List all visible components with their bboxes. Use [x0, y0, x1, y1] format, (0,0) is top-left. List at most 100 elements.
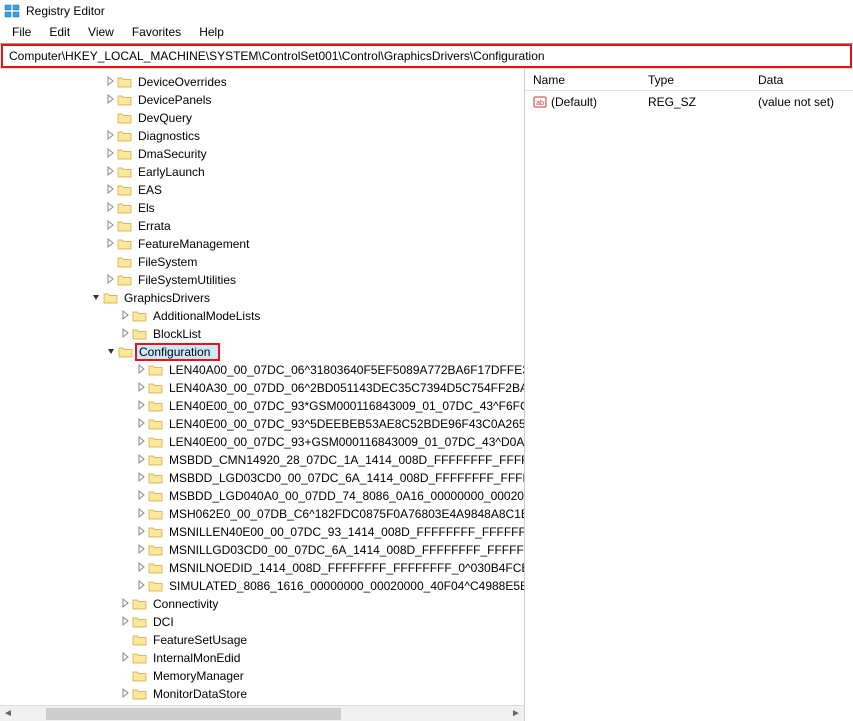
- expander-closed-icon[interactable]: [134, 508, 148, 521]
- tree-item[interactable]: MSBDD_LGD03CD0_00_07DC_6A_1414_008D_FFFF…: [0, 469, 524, 487]
- values-list[interactable]: ab(Default)REG_SZ(value not set): [525, 91, 853, 721]
- horizontal-scrollbar[interactable]: ◄ ►: [0, 705, 524, 721]
- tree-item[interactable]: MSBDD_LGD040A0_00_07DD_74_8086_0A16_0000…: [0, 487, 524, 505]
- tree-item-label: BlockList: [151, 327, 203, 341]
- expander-closed-icon[interactable]: [118, 328, 132, 341]
- tree-item-label: FeatureManagement: [136, 237, 251, 251]
- tree-item[interactable]: Errata: [0, 217, 524, 235]
- expander-closed-icon[interactable]: [134, 526, 148, 539]
- expander-open-icon[interactable]: [89, 292, 103, 305]
- tree-item[interactable]: LEN40E00_00_07DC_93*GSM000116843009_01_0…: [0, 397, 524, 415]
- tree-item[interactable]: SIMULATED_8086_1616_00000000_00020000_40…: [0, 577, 524, 595]
- scroll-left-button[interactable]: ◄: [0, 706, 16, 721]
- folder-icon: [148, 507, 164, 521]
- tree-item[interactable]: Diagnostics: [0, 127, 524, 145]
- tree-item[interactable]: MSBDD_CMN14920_28_07DC_1A_1414_008D_FFFF…: [0, 451, 524, 469]
- tree-item[interactable]: DevicePanels: [0, 91, 524, 109]
- tree-item[interactable]: Connectivity: [0, 595, 524, 613]
- tree-item-label: Els: [136, 201, 157, 215]
- tree-item[interactable]: MSNILLGD03CD0_00_07DC_6A_1414_008D_FFFFF…: [0, 541, 524, 559]
- tree-item[interactable]: GraphicsDrivers: [0, 289, 524, 307]
- tree-item[interactable]: MSNILLEN40E00_00_07DC_93_1414_008D_FFFFF…: [0, 523, 524, 541]
- expander-closed-icon[interactable]: [118, 652, 132, 665]
- tree-item[interactable]: MSH062E0_00_07DB_C6^182FDC0875F0A76803E4…: [0, 505, 524, 523]
- tree-item[interactable]: DevQuery: [0, 109, 524, 127]
- tree-item-label: Connectivity: [151, 597, 220, 611]
- expander-closed-icon[interactable]: [134, 382, 148, 395]
- tree-item[interactable]: FileSystem: [0, 253, 524, 271]
- expander-closed-icon[interactable]: [118, 616, 132, 629]
- column-type[interactable]: Type: [640, 70, 750, 90]
- folder-icon: [148, 489, 164, 503]
- expander-closed-icon[interactable]: [103, 274, 117, 287]
- tree-item[interactable]: LEN40A30_00_07DD_06^2BD051143DEC35C7394D…: [0, 379, 524, 397]
- folder-icon: [132, 597, 148, 611]
- expander-closed-icon[interactable]: [134, 400, 148, 413]
- tree-item[interactable]: DCI: [0, 613, 524, 631]
- tree-item[interactable]: FeatureSetUsage: [0, 631, 524, 649]
- tree-item-label: MonitorDataStore: [151, 687, 249, 701]
- expander-closed-icon[interactable]: [134, 436, 148, 449]
- tree-item[interactable]: DmaSecurity: [0, 145, 524, 163]
- tree-item[interactable]: LEN40E00_00_07DC_93+GSM000116843009_01_0…: [0, 433, 524, 451]
- address-text: Computer\HKEY_LOCAL_MACHINE\SYSTEM\Contr…: [9, 49, 545, 63]
- tree-item[interactable]: EarlyLaunch: [0, 163, 524, 181]
- scroll-thumb[interactable]: [46, 708, 341, 720]
- scroll-track[interactable]: [16, 706, 508, 721]
- expander-closed-icon[interactable]: [134, 472, 148, 485]
- tree-view[interactable]: DeviceOverridesDevicePanelsDevQueryDiagn…: [0, 69, 524, 705]
- tree-item[interactable]: MSNILNOEDID_1414_008D_FFFFFFFF_FFFFFFFF_…: [0, 559, 524, 577]
- tree-item[interactable]: LEN40A00_00_07DC_06^31803640F5EF5089A772…: [0, 361, 524, 379]
- column-name[interactable]: Name: [525, 70, 640, 90]
- tree-item[interactable]: LEN40E00_00_07DC_93^5DEEBEB53AE8C52BDE96…: [0, 415, 524, 433]
- tree-item[interactable]: Els: [0, 199, 524, 217]
- folder-icon: [148, 579, 164, 593]
- expander-closed-icon[interactable]: [118, 310, 132, 323]
- menu-file[interactable]: File: [4, 23, 39, 41]
- expander-closed-icon[interactable]: [118, 688, 132, 701]
- scroll-right-button[interactable]: ►: [508, 706, 524, 721]
- expander-closed-icon[interactable]: [103, 220, 117, 233]
- values-pane: Name Type Data ab(Default)REG_SZ(value n…: [525, 69, 853, 721]
- expander-closed-icon[interactable]: [118, 598, 132, 611]
- tree-item[interactable]: AdditionalModeLists: [0, 307, 524, 325]
- expander-closed-icon[interactable]: [103, 148, 117, 161]
- tree-item[interactable]: FileSystemUtilities: [0, 271, 524, 289]
- expander-closed-icon[interactable]: [103, 94, 117, 107]
- expander-closed-icon[interactable]: [134, 544, 148, 557]
- expander-closed-icon[interactable]: [103, 184, 117, 197]
- tree-item[interactable]: EAS: [0, 181, 524, 199]
- tree-item[interactable]: FeatureManagement: [0, 235, 524, 253]
- expander-closed-icon[interactable]: [134, 580, 148, 593]
- expander-closed-icon[interactable]: [134, 364, 148, 377]
- tree-item[interactable]: Configuration: [0, 343, 524, 361]
- address-bar[interactable]: Computer\HKEY_LOCAL_MACHINE\SYSTEM\Contr…: [1, 44, 852, 68]
- menu-edit[interactable]: Edit: [41, 23, 78, 41]
- folder-icon: [148, 417, 164, 431]
- tree-item-label: InternalMonEdid: [151, 651, 242, 665]
- tree-item[interactable]: MemoryManager: [0, 667, 524, 685]
- tree-item[interactable]: BlockList: [0, 325, 524, 343]
- expander-closed-icon[interactable]: [103, 76, 117, 89]
- menu-help[interactable]: Help: [191, 23, 232, 41]
- expander-open-icon[interactable]: [104, 346, 118, 359]
- folder-icon: [117, 93, 133, 107]
- tree-item[interactable]: DeviceOverrides: [0, 73, 524, 91]
- tree-item-label: EAS: [136, 183, 164, 197]
- tree-item[interactable]: MonitorDataStore: [0, 685, 524, 703]
- tree-item[interactable]: InternalMonEdid: [0, 649, 524, 667]
- expander-closed-icon[interactable]: [134, 562, 148, 575]
- menu-view[interactable]: View: [80, 23, 122, 41]
- expander-closed-icon[interactable]: [103, 238, 117, 251]
- expander-closed-icon[interactable]: [103, 130, 117, 143]
- tree-item-label: SIMULATED_8086_1616_00000000_00020000_40…: [167, 579, 524, 593]
- expander-closed-icon[interactable]: [103, 202, 117, 215]
- expander-closed-icon[interactable]: [134, 490, 148, 503]
- column-data[interactable]: Data: [750, 70, 853, 90]
- expander-closed-icon[interactable]: [134, 418, 148, 431]
- value-row[interactable]: ab(Default)REG_SZ(value not set): [525, 93, 853, 111]
- tree-item-label: MSH062E0_00_07DB_C6^182FDC0875F0A76803E4…: [167, 507, 524, 521]
- expander-closed-icon[interactable]: [134, 454, 148, 467]
- menu-favorites[interactable]: Favorites: [124, 23, 189, 41]
- expander-closed-icon[interactable]: [103, 166, 117, 179]
